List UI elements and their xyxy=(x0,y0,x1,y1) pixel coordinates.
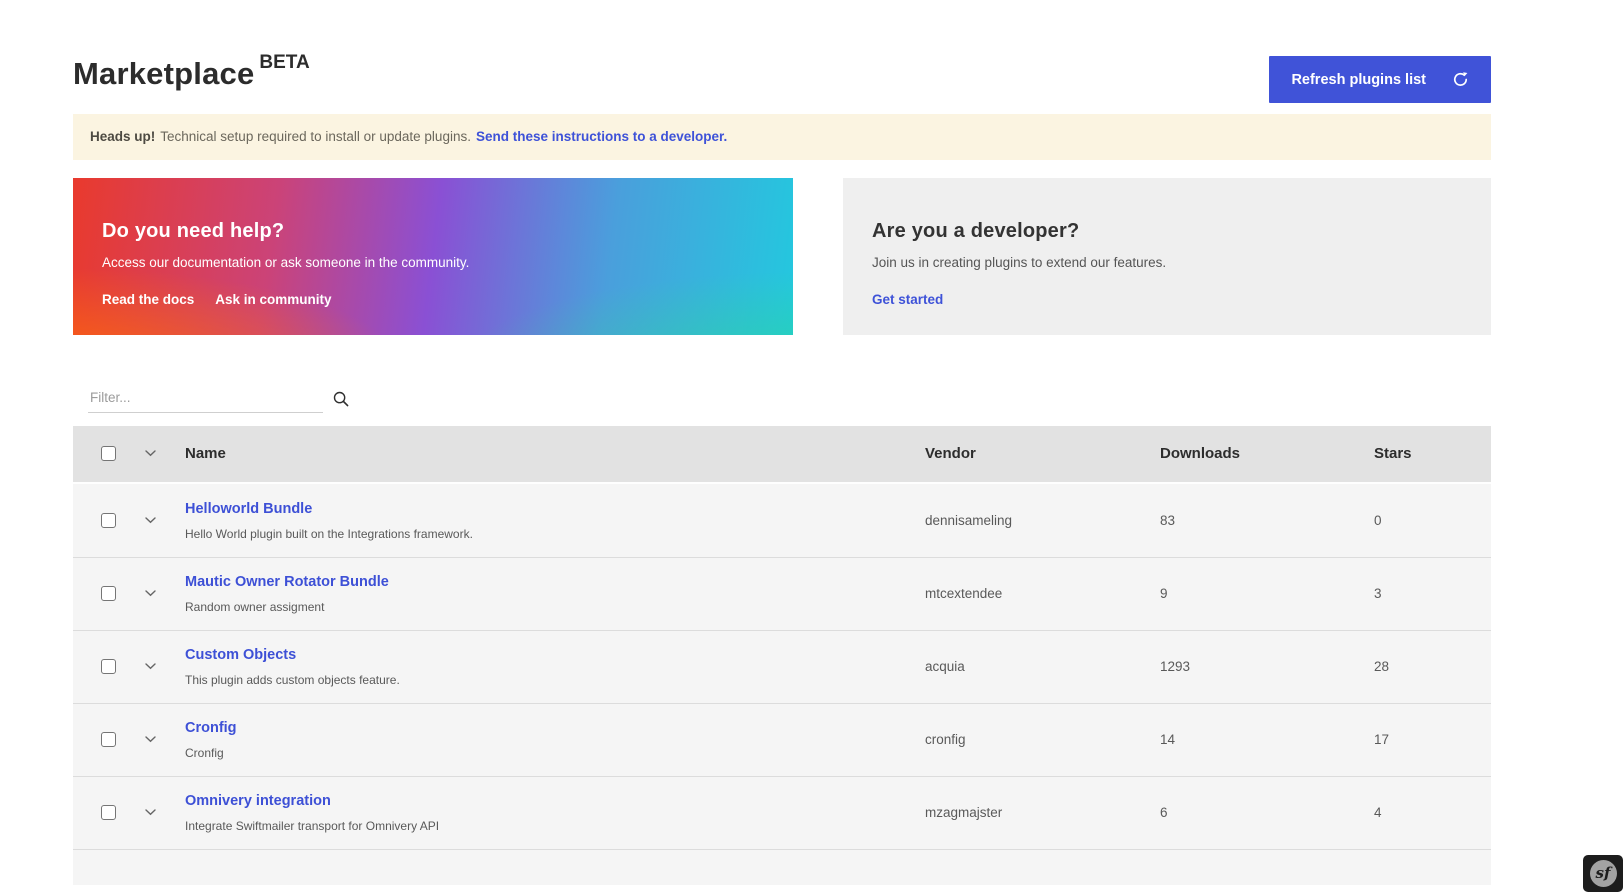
select-all-checkbox[interactable] xyxy=(101,446,116,461)
plugin-vendor: mzagmajster xyxy=(925,805,1160,820)
column-header-name: Name xyxy=(185,445,925,462)
row-expand-chevron-down-icon[interactable] xyxy=(141,805,160,820)
row-expand-chevron-down-icon[interactable] xyxy=(141,732,160,747)
plugins-table: Name Vendor Downloads Stars Helloworld B… xyxy=(73,426,1491,885)
developer-card-text: Join us in creating plugins to extend ou… xyxy=(872,255,1461,270)
column-header-downloads: Downloads xyxy=(1160,445,1374,462)
table-row: Custom Objects This plugin adds custom o… xyxy=(73,630,1491,703)
plugin-vendor: dennisameling xyxy=(925,513,1160,528)
help-card: Do you need help? Access our documentati… xyxy=(73,178,793,335)
plugin-stars: 28 xyxy=(1374,659,1491,674)
symfony-icon: sf xyxy=(1590,860,1617,887)
plugin-downloads: 6 xyxy=(1160,805,1374,820)
info-cards: Do you need help? Access our documentati… xyxy=(73,178,1491,335)
bulk-actions-chevron-down-icon[interactable] xyxy=(141,446,160,461)
plugins-table-header: Name Vendor Downloads Stars xyxy=(73,426,1491,484)
plugin-name-link[interactable]: Helloworld Bundle xyxy=(185,501,312,517)
send-instructions-link[interactable]: Send these instructions to a developer. xyxy=(476,129,727,144)
developer-card-title: Are you a developer? xyxy=(872,220,1461,243)
plugin-description: Integrate Swiftmailer transport for Omni… xyxy=(185,819,925,833)
plugin-description: Hello World plugin built on the Integrat… xyxy=(185,527,925,541)
page-title: Marketplace xyxy=(73,56,254,92)
filter-bar xyxy=(73,385,1491,413)
plugin-stars: 4 xyxy=(1374,805,1491,820)
search-icon[interactable] xyxy=(331,389,351,409)
get-started-link[interactable]: Get started xyxy=(872,292,943,307)
notice-lead: Heads up! xyxy=(90,129,155,144)
filter-input[interactable] xyxy=(88,385,323,413)
plugin-vendor: cronfig xyxy=(925,732,1160,747)
setup-notice-banner: Heads up! Technical setup required to ins… xyxy=(73,114,1491,160)
plugin-downloads: 1293 xyxy=(1160,659,1374,674)
table-row-partial xyxy=(73,849,1491,885)
plugin-downloads: 14 xyxy=(1160,732,1374,747)
column-header-vendor: Vendor xyxy=(925,445,1160,462)
plugin-name-link[interactable]: Mautic Owner Rotator Bundle xyxy=(185,574,389,590)
beta-badge: BETA xyxy=(259,52,309,73)
row-checkbox[interactable] xyxy=(101,513,116,528)
notice-text: Technical setup required to install or u… xyxy=(160,129,471,144)
plugin-stars: 3 xyxy=(1374,586,1491,601)
plugin-description: This plugin adds custom objects feature. xyxy=(185,673,925,687)
plugin-stars: 17 xyxy=(1374,732,1491,747)
row-checkbox[interactable] xyxy=(101,805,116,820)
developer-card: Are you a developer? Join us in creating… xyxy=(843,178,1491,335)
row-expand-chevron-down-icon[interactable] xyxy=(141,513,160,528)
symfony-profiler-toggle[interactable]: sf xyxy=(1583,855,1623,892)
plugin-stars: 0 xyxy=(1374,513,1491,528)
row-checkbox[interactable] xyxy=(101,659,116,674)
plugin-downloads: 83 xyxy=(1160,513,1374,528)
plugin-description: Random owner assigment xyxy=(185,600,925,614)
column-header-stars: Stars xyxy=(1374,445,1491,462)
plugin-vendor: mtcextendee xyxy=(925,586,1160,601)
row-checkbox[interactable] xyxy=(101,732,116,747)
refresh-plugins-button[interactable]: Refresh plugins list xyxy=(1269,56,1491,103)
ask-in-community-link[interactable]: Ask in community xyxy=(215,292,331,307)
table-row: Helloworld Bundle Hello World plugin bui… xyxy=(73,484,1491,557)
read-the-docs-link[interactable]: Read the docs xyxy=(102,292,194,307)
help-card-title: Do you need help? xyxy=(102,220,763,243)
table-row: Omnivery integration Integrate Swiftmail… xyxy=(73,776,1491,849)
plugin-vendor: acquia xyxy=(925,659,1160,674)
plugin-name-link[interactable]: Cronfig xyxy=(185,720,237,736)
refresh-plugins-label: Refresh plugins list xyxy=(1291,72,1426,88)
plugin-downloads: 9 xyxy=(1160,586,1374,601)
help-card-text: Access our documentation or ask someone … xyxy=(102,255,763,270)
refresh-icon xyxy=(1452,71,1469,88)
row-checkbox[interactable] xyxy=(101,586,116,601)
plugin-description: Cronfig xyxy=(185,746,925,760)
table-row: Cronfig Cronfig cronfig 14 17 xyxy=(73,703,1491,776)
row-expand-chevron-down-icon[interactable] xyxy=(141,659,160,674)
plugin-name-link[interactable]: Omnivery integration xyxy=(185,793,331,809)
plugin-name-link[interactable]: Custom Objects xyxy=(185,647,296,663)
table-row: Mautic Owner Rotator Bundle Random owner… xyxy=(73,557,1491,630)
row-expand-chevron-down-icon[interactable] xyxy=(141,586,160,601)
